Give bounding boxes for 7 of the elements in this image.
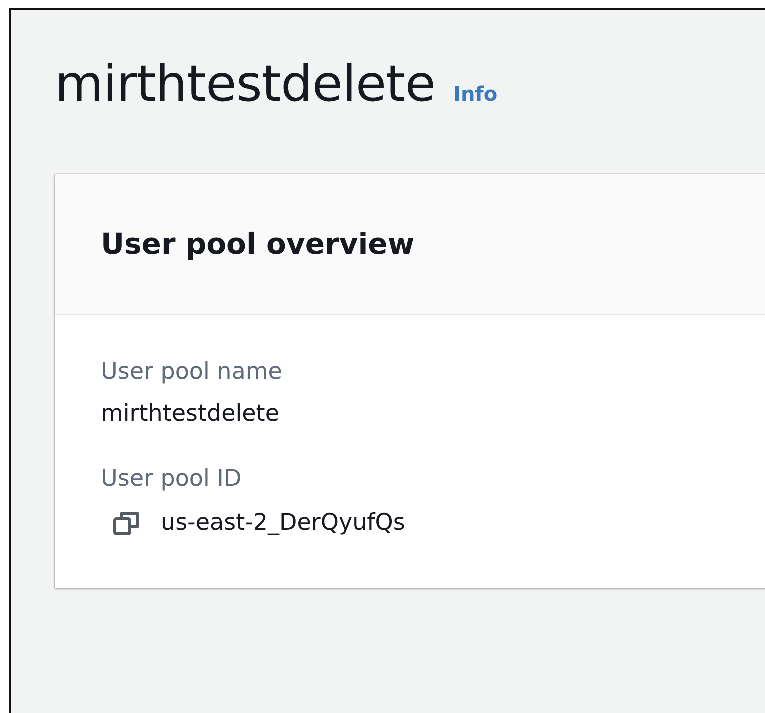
card-title: User pool overview <box>101 227 415 261</box>
info-link[interactable]: Info <box>454 82 498 106</box>
page-title: mirthtestdelete <box>55 54 436 114</box>
field-label: User pool name <box>101 359 284 387</box>
field-value: mirthtestdelete <box>101 400 280 428</box>
field-label: User pool ID <box>101 466 243 494</box>
field-value: us-east-2_DerQyufQs <box>161 510 406 538</box>
